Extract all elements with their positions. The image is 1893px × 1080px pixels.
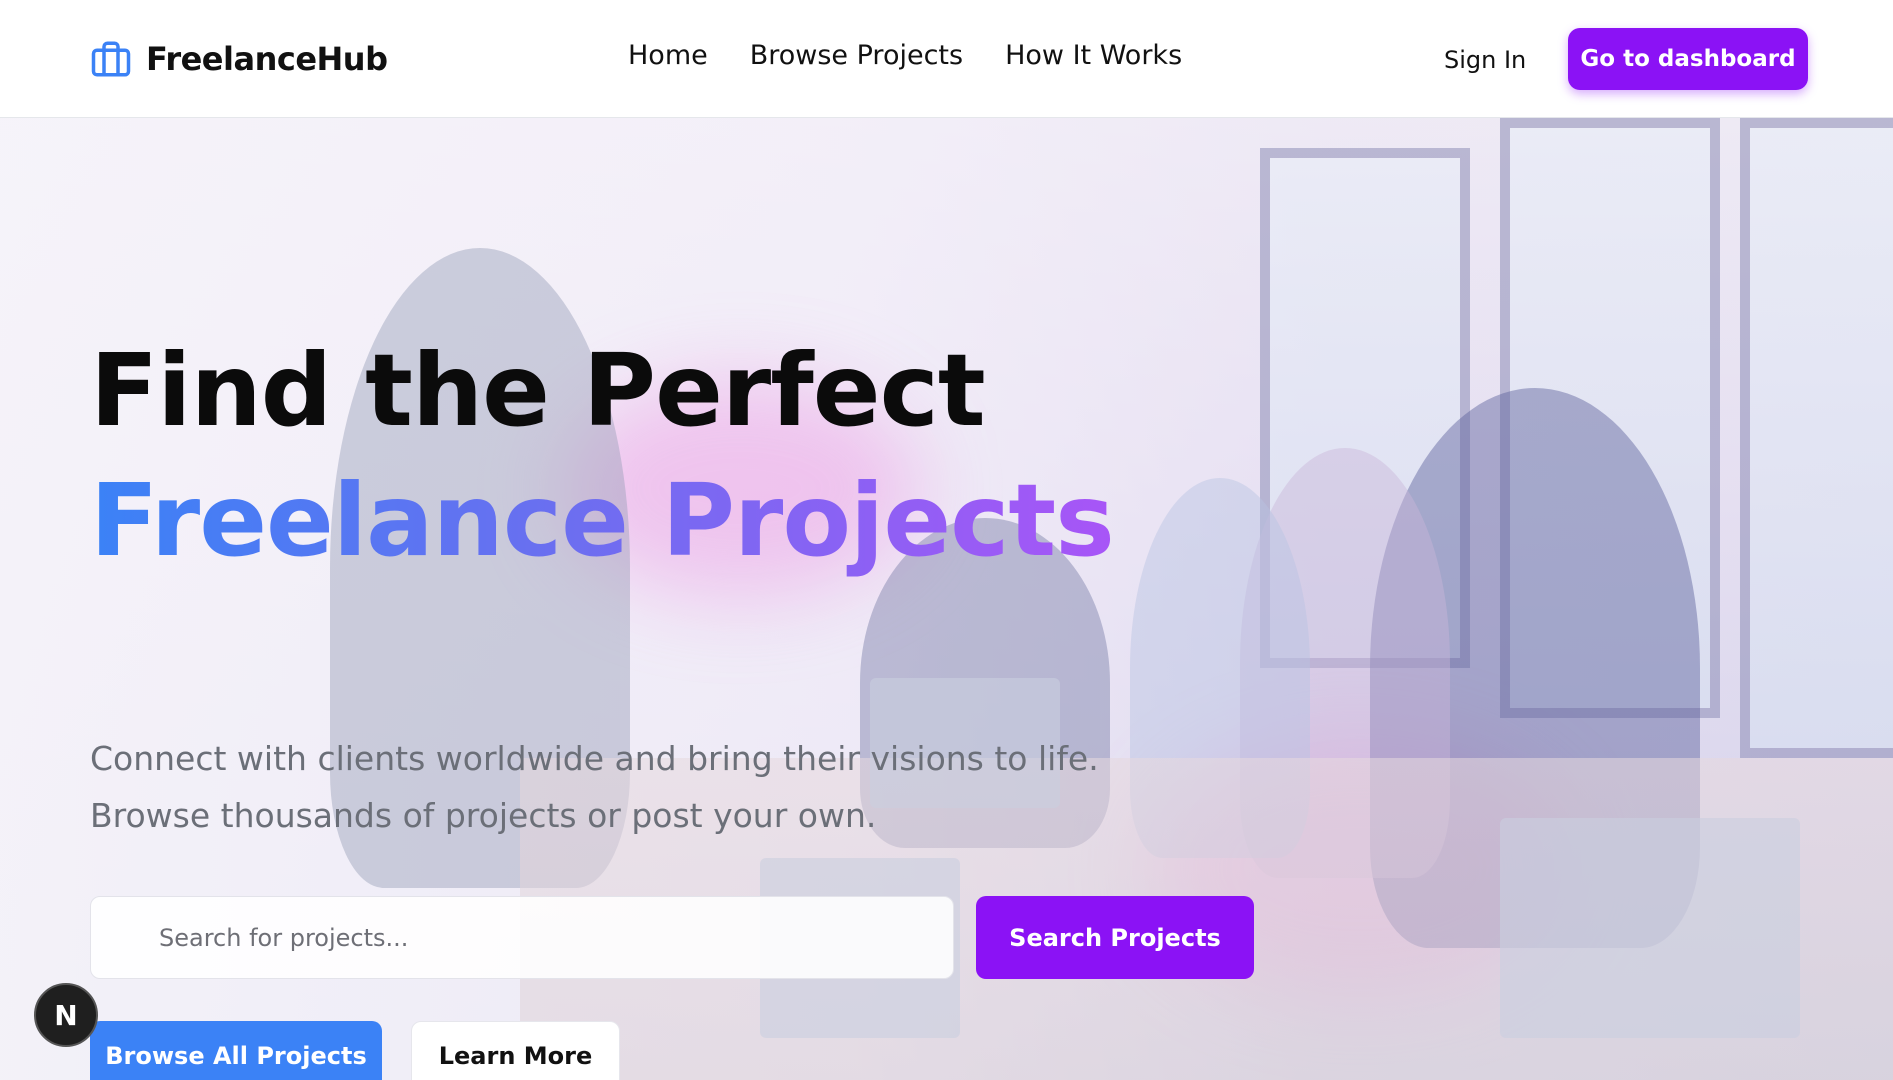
hero-subtitle: Connect with clients worldwide and bring… — [90, 739, 1099, 835]
site-header: FreelanceHub Home Browse Projects How It… — [0, 0, 1893, 118]
nav-home[interactable]: Home — [628, 40, 708, 71]
hero-title-line1: Find the Perfect — [90, 332, 986, 449]
main-nav: Home Browse Projects How It Works — [628, 40, 1182, 71]
nav-how-it-works[interactable]: How It Works — [1005, 40, 1182, 71]
brand-name: FreelanceHub — [146, 40, 388, 78]
sign-in-link[interactable]: Sign In — [1444, 46, 1526, 74]
browse-all-projects-button[interactable]: Browse All Projects — [90, 1021, 382, 1080]
dev-tools-badge[interactable]: N — [34, 983, 98, 1047]
project-search-input[interactable] — [90, 896, 954, 979]
search-projects-button[interactable]: Search Projects — [976, 896, 1254, 979]
hero-title: Find the Perfect Freelance Projects — [90, 326, 1115, 586]
hero-title-line2: Freelance Projects — [90, 456, 1115, 586]
learn-more-button[interactable]: Learn More — [411, 1021, 620, 1080]
hero-section: Find the Perfect Freelance Projects Conn… — [0, 118, 1893, 1080]
brand-logo-link[interactable]: FreelanceHub — [90, 38, 388, 80]
go-to-dashboard-button[interactable]: Go to dashboard — [1568, 28, 1808, 90]
nav-browse-projects[interactable]: Browse Projects — [750, 40, 963, 71]
briefcase-icon — [91, 41, 131, 77]
